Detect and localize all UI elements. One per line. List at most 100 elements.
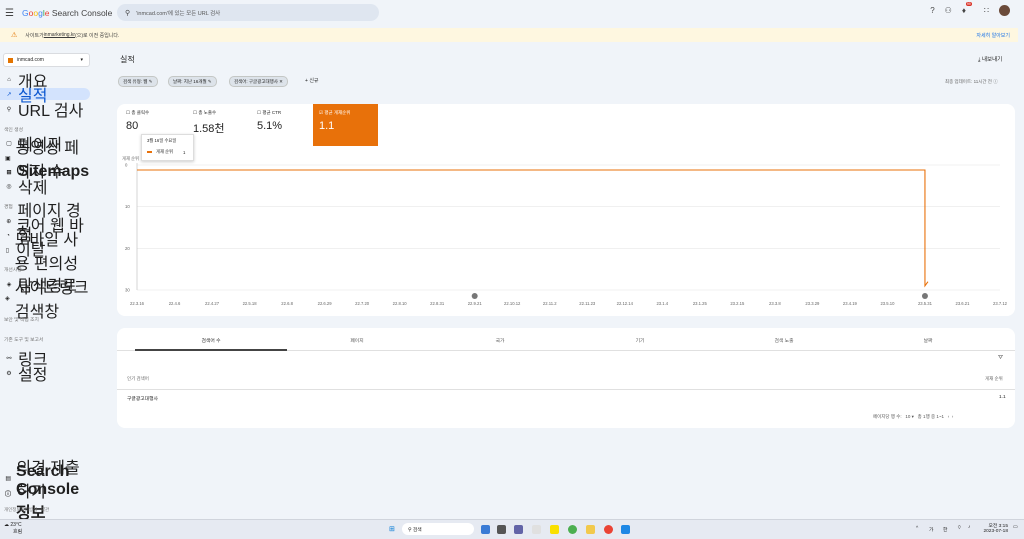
export-label: 내보내기: [981, 57, 1003, 63]
checkbox-icon[interactable]: ☐: [257, 110, 261, 115]
x-tick-label: 23.2.15: [730, 301, 745, 306]
edit-icon: ✎: [148, 78, 153, 84]
annotation-marker[interactable]: [471, 293, 478, 299]
apps-icon[interactable]: ∷: [984, 6, 989, 15]
banner-site-link[interactable]: inmarketing.kr: [44, 32, 75, 38]
section-experience[interactable]: 경험: [4, 203, 13, 210]
weather-widget[interactable]: ☁ 23°C 흐림: [4, 522, 22, 535]
chart-tooltip: 3월 16일 수요일 게재 순위 1: [141, 134, 194, 161]
chrome-icon[interactable]: [604, 525, 613, 534]
taskbar-app-icon[interactable]: [497, 525, 506, 534]
tab-pages[interactable]: 페이지: [327, 337, 387, 344]
volume-icon[interactable]: ♪: [968, 525, 970, 530]
taskbar-app-icon[interactable]: [481, 525, 490, 534]
table-row-query[interactable]: 구글광고대행사: [127, 395, 158, 402]
tab-queries[interactable]: 검색어 수: [181, 337, 241, 344]
plus-icon: +: [305, 78, 308, 84]
property-name: inmcad.com: [17, 57, 44, 63]
privacy-link[interactable]: 개인정보처리방침: [4, 507, 37, 512]
sidebar-item-mobile-usability[interactable]: ▯ 모바일 사용 편의성: [0, 232, 90, 273]
metric-label: 총 클릭수: [131, 110, 150, 115]
people-icon[interactable]: ⚇: [945, 6, 952, 15]
weather-temp: 23°C: [10, 522, 22, 528]
edge-icon[interactable]: [621, 525, 630, 534]
sidebar-item-url-inspection[interactable]: ⚲ URL 검사: [0, 103, 90, 120]
checkbox-icon[interactable]: ☐: [193, 110, 197, 115]
link-icon: ⚯: [6, 355, 12, 362]
filter-chip-query[interactable]: 검색어: 구글광고대행사 ✕: [229, 76, 288, 87]
notification-icon[interactable]: ▭: [1013, 525, 1018, 530]
search-input[interactable]: 'inmcad.com'에 있는 모든 URL 검사: [136, 9, 220, 17]
taskbar-search-label: 검색: [412, 528, 422, 533]
x-tick-label: 22.9.21: [468, 301, 483, 306]
avatar[interactable]: [999, 5, 1010, 16]
position-line-chart[interactable]: 게재 순위010203022.3.16 22.4.6 22.4.27 22.5.18 2…: [117, 150, 1015, 316]
nav-label: 사이트링크 검색창: [14, 280, 89, 321]
new-filter-button[interactable]: + 신규: [305, 77, 319, 84]
filter-icon[interactable]: ⛛: [998, 355, 1003, 362]
x-tick-label: 22.12.14: [617, 301, 634, 306]
app-logo[interactable]: Google Search Console: [22, 8, 112, 18]
tab-countries[interactable]: 국가: [470, 337, 530, 344]
help-icon[interactable]: ⓘ: [993, 79, 998, 84]
table-divider: [117, 389, 1015, 390]
checkbox-checked-icon[interactable]: ☑: [319, 110, 323, 115]
clock-date: 2023-07-18: [983, 529, 1008, 534]
url-inspect-search[interactable]: ⚲ 'inmcad.com'에 있는 모든 URL 검사: [117, 4, 379, 21]
tab-devices[interactable]: 기기: [610, 337, 670, 344]
ime-indicator[interactable]: 가: [929, 526, 933, 533]
chrome-icon[interactable]: [568, 525, 577, 534]
property-selector[interactable]: inmcad.com ▾: [3, 53, 90, 67]
tooltip-value: 1: [183, 149, 186, 155]
metric-value: 1.1: [319, 120, 335, 132]
feedback-icon: ▤: [5, 475, 11, 482]
export-button[interactable]: ⤓ 내보내기: [978, 55, 1002, 64]
sidebar-item-about[interactable]: ⓘ Search Console 정보: [0, 463, 90, 522]
prev-page-icon[interactable]: ‹: [948, 414, 950, 419]
section-legacy[interactable]: 기존 도구 및 보고서: [4, 336, 43, 343]
x-tick-label: 23.4.19: [843, 301, 858, 306]
folder-icon[interactable]: [586, 525, 595, 534]
tray-chevron-icon[interactable]: ^: [916, 526, 918, 531]
col-header-query[interactable]: 인기 검색어: [127, 376, 149, 382]
series-line-position: [137, 169, 929, 288]
sidebar-item-sitelinks-searchbox[interactable]: ◈ 사이트링크 검색창: [0, 280, 90, 321]
rows-per-page-select[interactable]: 10: [905, 414, 910, 419]
metric-card-ctr[interactable]: ☐ 평균 CTR 5.1%: [251, 104, 316, 146]
metric-card-impressions[interactable]: ☐ 총 노출수 1.58천: [187, 104, 252, 146]
tab-search-appearance[interactable]: 검색 노출: [754, 337, 814, 344]
taskbar-app-icon[interactable]: [532, 525, 541, 534]
y-tick-label: 0: [125, 163, 128, 168]
rows-per-page-label: 페이지당 행 수:: [873, 414, 902, 419]
taskbar-search[interactable]: ⚲ 검색: [402, 523, 474, 535]
checkbox-icon[interactable]: ☐: [126, 110, 130, 115]
sidebar-item-removals[interactable]: ◎ 삭제: [0, 180, 90, 197]
banner-text: 사이트가: [25, 32, 44, 39]
filter-chip-date[interactable]: 날짜: 지난 16개월 ✎: [168, 76, 217, 87]
kakao-icon[interactable]: [550, 525, 559, 534]
metric-card-position[interactable]: ☑ 평균 게재순위 1.1: [313, 104, 378, 146]
close-icon[interactable]: ✕: [279, 79, 283, 85]
x-tick-label: 23.3.8: [769, 301, 781, 306]
bell-icon[interactable]: ♦ 99: [962, 2, 972, 15]
sidebar-item-settings[interactable]: ⚙ 설정: [0, 367, 90, 384]
clock[interactable]: 오전 3:15 2023-07-18: [982, 522, 1008, 534]
wifi-icon[interactable]: ⌔: [957, 525, 962, 531]
col-header-position[interactable]: 게재 순위: [985, 376, 1003, 382]
cloud-icon: ☁: [4, 522, 9, 528]
learn-more-link[interactable]: 자세히 알아보기: [976, 32, 1010, 39]
windows-start-icon[interactable]: ⊞: [389, 525, 395, 533]
filter-chip-search-type[interactable]: 검색 유형: 웹 ✎: [118, 76, 158, 87]
menu-icon[interactable]: ☰: [5, 8, 15, 19]
terms-link[interactable]: 약관: [41, 507, 49, 512]
ime-mode[interactable]: 한: [943, 526, 947, 533]
annotation-marker[interactable]: [921, 293, 928, 299]
taskbar-app-icon[interactable]: [514, 525, 523, 534]
edit-icon: ✎: [207, 78, 212, 84]
section-security[interactable]: 보안 및 직접 조치: [4, 316, 39, 323]
tab-dates[interactable]: 날짜: [898, 337, 958, 344]
help-icon[interactable]: ?: [930, 6, 934, 15]
chevron-down-icon[interactable]: ▾: [912, 414, 914, 419]
x-tick-label: 23.7.12: [993, 301, 1008, 306]
next-page-icon[interactable]: ›: [952, 414, 954, 419]
